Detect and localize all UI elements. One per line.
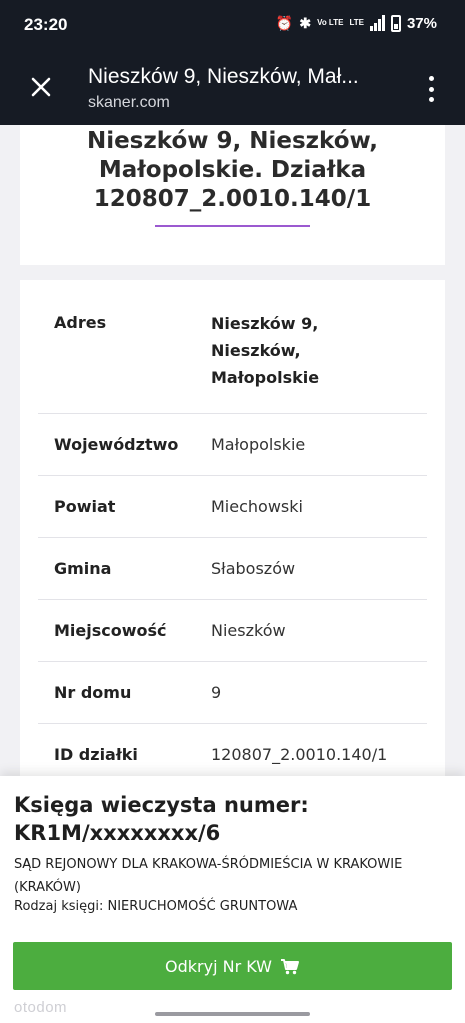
close-icon xyxy=(31,77,51,97)
reveal-kw-button[interactable]: Odkryj Nr KW xyxy=(13,942,452,990)
menu-dot-icon xyxy=(428,76,434,81)
book-type: Rodzaj księgi: NIERUCHOMOŚĆ GRUNTOWA xyxy=(14,899,298,914)
status-time: 23:20 xyxy=(24,15,68,34)
more-options-button[interactable] xyxy=(427,76,435,102)
detail-label: Gmina xyxy=(54,559,112,578)
status-icons: ⏰ ✱ Vo LTE LTE 37% xyxy=(276,14,437,32)
detail-row-voivodeship: Województwo Małopolskie xyxy=(38,414,427,476)
detail-label: Województwo xyxy=(54,435,179,454)
bluetooth-icon: ✱ xyxy=(299,15,312,31)
court-name: SĄD REJONOWY DLA KRAKOWA-ŚRÓDMIEŚCIA W K… xyxy=(14,857,403,895)
alarm-icon: ⏰ xyxy=(275,15,294,31)
page-url: skaner.com xyxy=(88,94,170,111)
battery-percent: 37% xyxy=(406,14,437,32)
land-register-sheet: Księga wieczysta numer: KR1M/xxxxxxxx/6 … xyxy=(0,776,465,1023)
page-title: Nieszków 9, Nieszków, Małopolskie. Dział… xyxy=(86,128,379,212)
detail-value: Małopolskie xyxy=(211,435,306,454)
land-register-title: Księga wieczysta numer: KR1M/xxxxxxxx/6 xyxy=(14,793,309,845)
footer: otodom xyxy=(0,995,465,1023)
otodom-logo: otodom xyxy=(14,999,68,1016)
title-underline xyxy=(155,225,310,227)
detail-value-address: Nieszków 9, Nieszków, Małopolskie xyxy=(211,314,320,387)
detail-label: Nr domu xyxy=(54,683,132,702)
detail-value: Nieszków xyxy=(211,621,286,640)
status-bar: 23:20 ⏰ ✱ Vo LTE LTE 37% xyxy=(0,0,465,52)
detail-row-locality: Miejscowość Nieszków xyxy=(38,600,427,662)
menu-dot-icon xyxy=(428,86,434,92)
details-card: Adres Nieszków 9, Nieszków, Małopolskie … xyxy=(20,280,445,800)
signal-icon xyxy=(369,15,385,31)
reveal-kw-label: Odkryj Nr KW xyxy=(165,956,272,976)
detail-label: Powiat xyxy=(54,497,116,516)
battery-icon xyxy=(390,14,401,32)
menu-dot-icon xyxy=(428,97,434,102)
title-card: Nieszków 9, Nieszków, Małopolskie. Dział… xyxy=(20,125,445,265)
close-button[interactable] xyxy=(24,70,58,104)
detail-row-commune: Gmina Słaboszów xyxy=(38,538,427,600)
browser-toolbar: Nieszków 9, Nieszków, Mał... skaner.com xyxy=(0,52,465,125)
detail-label: Adres xyxy=(54,313,107,332)
lte-icon: LTE xyxy=(349,18,364,27)
volte-icon: Vo LTE xyxy=(317,18,344,27)
gesture-bar[interactable] xyxy=(155,1012,310,1016)
detail-label: ID działki xyxy=(54,745,138,764)
page-tab-title: Nieszków 9, Nieszków, Mał... xyxy=(88,65,359,88)
detail-value: Słaboszów xyxy=(211,559,296,578)
cart-icon xyxy=(280,958,299,974)
detail-row-address: Adres Nieszków 9, Nieszków, Małopolskie xyxy=(38,280,427,414)
detail-row-house-number: Nr domu 9 xyxy=(38,662,427,724)
detail-value: Miechowski xyxy=(211,497,303,516)
detail-label: Miejscowość xyxy=(54,621,167,640)
detail-value: 9 xyxy=(211,683,222,702)
detail-value: 120807_2.0010.140/1 xyxy=(211,745,388,764)
detail-row-county: Powiat Miechowski xyxy=(38,476,427,538)
